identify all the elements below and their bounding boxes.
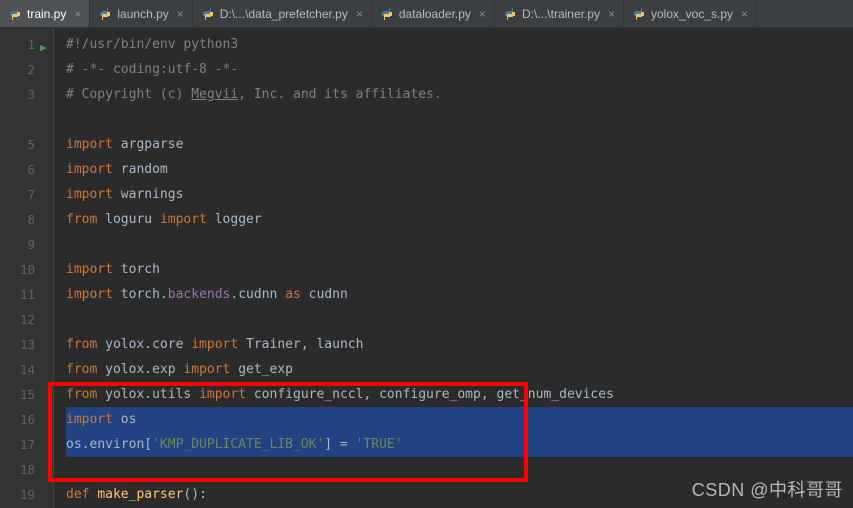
code-line: import warnings: [66, 182, 853, 207]
code-editor[interactable]: ▶ 1 2 3 5 6 7 8 9 10 11 12 13 14 15 16 1…: [0, 28, 853, 508]
code-line: [66, 307, 853, 332]
line-number: 16: [0, 407, 53, 432]
code-line: import random: [66, 157, 853, 182]
line-number: [0, 107, 53, 132]
line-number: 15: [0, 382, 53, 407]
python-file-icon: [8, 7, 22, 21]
close-icon[interactable]: ×: [479, 7, 486, 21]
line-number: 7: [0, 182, 53, 207]
line-number: 9: [0, 232, 53, 257]
code-line: import torch: [66, 257, 853, 282]
line-number: 19: [0, 482, 53, 507]
line-number: 6: [0, 157, 53, 182]
run-gutter-icon[interactable]: ▶: [40, 35, 47, 60]
code-line: [66, 232, 853, 257]
code-line: from yolox.utils import configure_nccl, …: [66, 382, 853, 407]
tab-label: D:\...\data_prefetcher.py: [220, 7, 348, 21]
code-line: #!/usr/bin/env python3: [66, 32, 853, 57]
tab-label: launch.py: [117, 7, 168, 21]
code-line: import torch.backends.cudnn as cudnn: [66, 282, 853, 307]
code-line: import argparse: [66, 132, 853, 157]
code-line: # -*- coding:utf-8 -*-: [66, 57, 853, 82]
code-line: from yolox.core import Trainer, launch: [66, 332, 853, 357]
code-line: [66, 107, 853, 132]
line-number: 8: [0, 207, 53, 232]
python-file-icon: [632, 7, 646, 21]
tab-label: train.py: [27, 7, 66, 21]
tab-trainer[interactable]: D:\...\trainer.py ×: [495, 0, 624, 27]
close-icon[interactable]: ×: [177, 7, 184, 21]
close-icon[interactable]: ×: [608, 7, 615, 21]
code-line: # Copyright (c) Megvii, Inc. and its aff…: [66, 82, 853, 107]
line-number: 12: [0, 307, 53, 332]
line-number: 10: [0, 257, 53, 282]
line-number: 11: [0, 282, 53, 307]
tab-dataloader[interactable]: dataloader.py ×: [372, 0, 495, 27]
tab-prefetcher[interactable]: D:\...\data_prefetcher.py ×: [193, 0, 372, 27]
watermark-text: CSDN @中科哥哥: [692, 476, 843, 502]
python-file-icon: [201, 7, 215, 21]
line-number: 2: [0, 57, 53, 82]
python-file-icon: [380, 7, 394, 21]
editor-tabs: train.py × launch.py × D:\...\data_prefe…: [0, 0, 853, 28]
line-number: 5: [0, 132, 53, 157]
tab-label: dataloader.py: [399, 7, 471, 21]
code-line: from yolox.exp import get_exp: [66, 357, 853, 382]
python-file-icon: [503, 7, 517, 21]
tab-label: D:\...\trainer.py: [522, 7, 600, 21]
tab-launch[interactable]: launch.py ×: [90, 0, 192, 27]
code-line: from loguru import logger: [66, 207, 853, 232]
tab-label: yolox_voc_s.py: [651, 7, 733, 21]
line-number: 13: [0, 332, 53, 357]
line-number: 3: [0, 82, 53, 107]
close-icon[interactable]: ×: [356, 7, 363, 21]
line-number: 17: [0, 432, 53, 457]
close-icon[interactable]: ×: [74, 7, 81, 21]
tab-train[interactable]: train.py ×: [0, 0, 90, 27]
python-file-icon: [98, 7, 112, 21]
tab-yolox-voc[interactable]: yolox_voc_s.py ×: [624, 0, 757, 27]
line-number: 18: [0, 457, 53, 482]
line-number-gutter: ▶ 1 2 3 5 6 7 8 9 10 11 12 13 14 15 16 1…: [0, 28, 54, 508]
close-icon[interactable]: ×: [741, 7, 748, 21]
line-number: 14: [0, 357, 53, 382]
code-area[interactable]: #!/usr/bin/env python3 # -*- coding:utf-…: [54, 28, 853, 508]
code-line: os.environ['KMP_DUPLICATE_LIB_OK'] = 'TR…: [66, 432, 853, 457]
code-line: import os: [66, 407, 853, 432]
